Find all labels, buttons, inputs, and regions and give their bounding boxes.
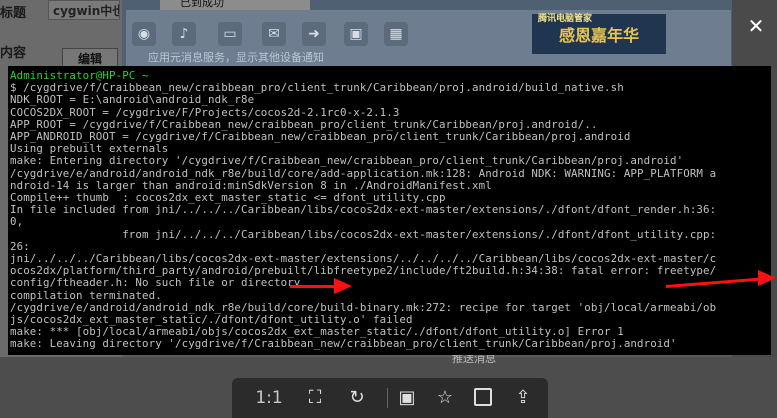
rotate-icon: ↻ xyxy=(349,387,365,408)
terminal-line: from jni/../../../Caribbean/libs/cocos2d… xyxy=(10,227,717,241)
camera-icon: ◉ xyxy=(132,22,156,46)
terminal-line: js/cocos2dx_ext_master_static/./dfont/df… xyxy=(10,313,413,326)
rotate-button[interactable]: ↻ xyxy=(342,384,372,412)
background-app-title: 已到成功 xyxy=(160,0,310,10)
background-notice: 应用元消息服务，显示其他设备通知 xyxy=(148,51,324,64)
favorite-button[interactable]: ☆ xyxy=(430,384,460,412)
save-button[interactable]: ▣ xyxy=(392,384,422,412)
terminal-line: /cygdrive/e/android/android_ndk_r8e/buil… xyxy=(10,300,717,314)
image-viewer-toolbar: 1:1 ⛶ ↻ ▣ ☆ ⇪ xyxy=(232,378,548,418)
copy-button[interactable] xyxy=(468,384,498,412)
terminal-line: make: Leaving directory '/cygdrive/f/Cra… xyxy=(10,337,677,351)
copy-icon xyxy=(474,388,492,406)
terminal-line: make: *** [obj/local/armeabi/objs/cocos2… xyxy=(10,325,624,339)
terminal-line: make: Entering directory '/cygdrive/f/Cr… xyxy=(10,154,684,168)
share-icon: ⇪ xyxy=(515,387,531,408)
terminal-line: APP_ANDROID_ROOT = /cygdrive/f/Craibbean… xyxy=(10,130,631,143)
terminal-line: Compile++ thumb : cocos2dx_ext_master_st… xyxy=(10,191,446,204)
apps-icon: ▦ xyxy=(384,22,408,46)
folder-icon: ▭ xyxy=(218,22,242,46)
terminal-line: /cygdrive/e/android/android_ndk_r8e/buil… xyxy=(10,166,717,180)
terminal-screenshot: Administrator@HP-PC ~ $ /cygdrive/f/Craib… xyxy=(8,66,771,355)
background-content-label: 内容 xyxy=(0,46,27,61)
terminal-line: NDK_ROOT = E:\android\android_ndk_r8e xyxy=(10,93,255,107)
terminal-line: COCOS2DX_ROOT = /cygdrive/F/Projects/coc… xyxy=(10,105,400,119)
fit-window-button[interactable]: ⛶ xyxy=(300,384,330,412)
save-icon: ▣ xyxy=(398,387,416,408)
terminal-line: 0, xyxy=(10,215,24,229)
microphone-icon: ♪ xyxy=(172,22,196,46)
terminal-line: jni/../../../Caribbean/libs/cocos2dx-ext… xyxy=(10,252,717,265)
terminal-line: compilation terminated. xyxy=(10,288,162,302)
terminal-line: Administrator@HP-PC ~ xyxy=(10,69,149,82)
message-icon: ✉ xyxy=(262,22,286,46)
terminal-line: Using prebuilt externals xyxy=(10,142,169,156)
terminal-line: APP_ROOT = /cygdrive/f/Craibbean_new/cra… xyxy=(10,117,598,131)
terminal-line: 26: xyxy=(10,239,30,253)
background-ad-banner: 腾讯电脑管家 感恩嘉年华 xyxy=(532,14,666,54)
fit-screen-icon: ⛶ xyxy=(308,387,322,408)
terminal-line: config/ftheader.h: No such file or direc… xyxy=(10,276,301,290)
banner-main-text: 感恩嘉年华 xyxy=(558,26,639,45)
banner-top-text: 腾讯电脑管家 xyxy=(538,14,593,24)
background-title-field: cygwin中也 xyxy=(48,0,120,20)
terminal-line: $ /cygdrive/f/Craibbean_new/craibbean_pr… xyxy=(10,81,624,95)
terminal-line: ocos2dx/platform/third_party/android/pre… xyxy=(10,264,717,278)
toolbar-divider xyxy=(387,388,388,408)
monitor-icon: ▣ xyxy=(344,22,368,46)
background-title-label: 标题 xyxy=(0,6,27,21)
star-icon: ☆ xyxy=(436,387,454,408)
share-button[interactable]: ⇪ xyxy=(508,384,538,412)
close-icon: ✕ xyxy=(747,14,765,38)
actual-size-button[interactable]: 1:1 xyxy=(252,384,286,412)
close-viewer-button[interactable]: ✕ xyxy=(744,14,768,38)
terminal-line: ndroid-14 is larger than android:minSdkV… xyxy=(10,178,492,192)
arrow-icon: ➜ xyxy=(302,22,326,46)
terminal-line: In file included from jni/../../../Carib… xyxy=(10,203,717,217)
